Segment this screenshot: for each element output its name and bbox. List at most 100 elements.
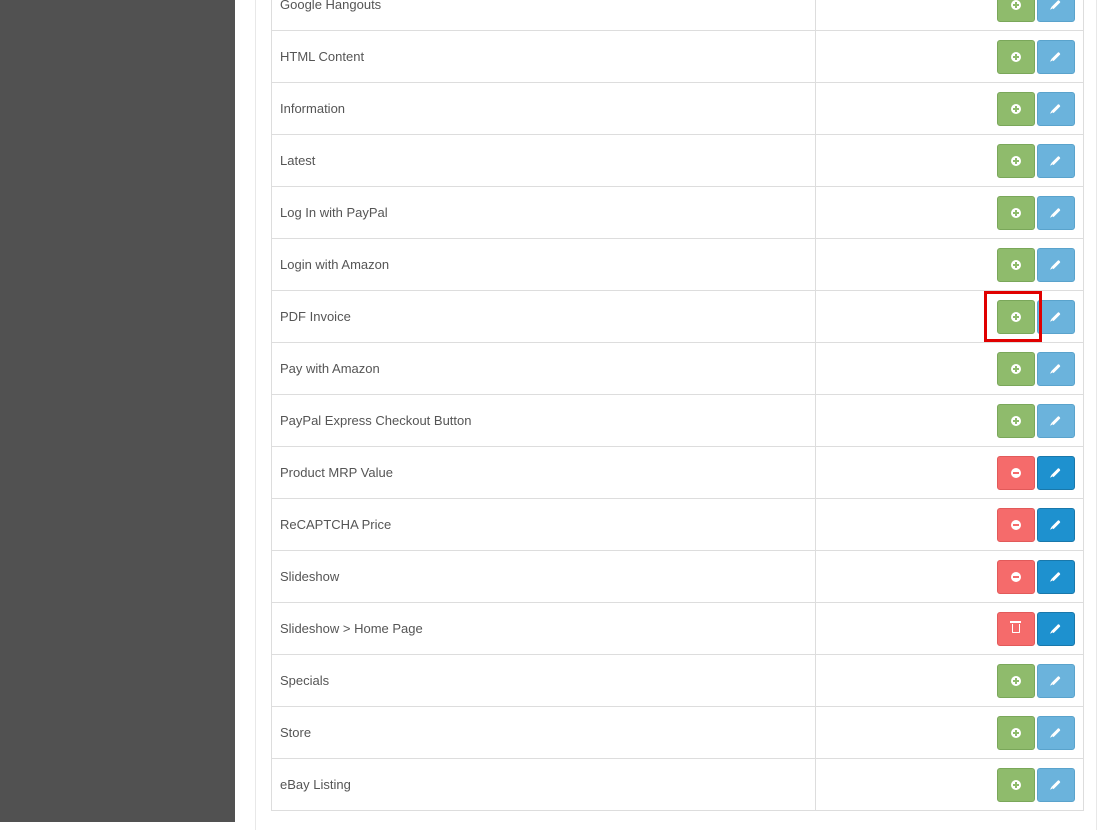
edit-button[interactable] — [1037, 0, 1075, 22]
row-actions — [816, 83, 1083, 134]
edit-button[interactable] — [1037, 455, 1075, 490]
extension-name: Latest — [272, 135, 816, 186]
plus-circle-icon — [1011, 675, 1021, 686]
row-actions — [816, 239, 1083, 290]
extension-name: Login with Amazon — [272, 239, 816, 290]
pencil-icon — [1051, 467, 1061, 478]
extension-name: Slideshow — [272, 551, 816, 602]
pencil-icon — [1051, 675, 1061, 686]
extension-name: Store — [272, 707, 816, 758]
delete-button[interactable] — [997, 611, 1035, 646]
table-row: Slideshow — [272, 551, 1083, 603]
row-actions — [816, 447, 1083, 498]
pencil-icon — [1051, 727, 1061, 738]
table-row: HTML Content — [272, 31, 1083, 83]
edit-button[interactable] — [1037, 559, 1075, 594]
plus-circle-icon — [1011, 363, 1021, 374]
edit-button[interactable] — [1037, 403, 1075, 438]
edit-button[interactable] — [1037, 299, 1075, 334]
pencil-icon — [1051, 155, 1061, 166]
install-button[interactable] — [997, 247, 1035, 282]
edit-button[interactable] — [1037, 715, 1075, 750]
plus-circle-icon — [1011, 311, 1021, 322]
pencil-icon — [1051, 51, 1061, 62]
plus-circle-icon — [1011, 51, 1021, 62]
plus-circle-icon — [1011, 207, 1021, 218]
install-button[interactable] — [997, 663, 1035, 698]
extension-name: Information — [272, 83, 816, 134]
pencil-icon — [1051, 623, 1061, 634]
table-row: ReCAPTCHA Price — [272, 499, 1083, 551]
sidebar — [0, 0, 235, 822]
trash-icon — [1010, 621, 1021, 633]
row-actions — [816, 551, 1083, 602]
table-row: Slideshow > Home Page — [272, 603, 1083, 655]
table-row: Google Hangouts — [272, 0, 1083, 31]
extension-name: eBay Listing — [272, 759, 816, 810]
row-actions — [816, 603, 1083, 654]
row-actions — [816, 291, 1083, 342]
edit-button[interactable] — [1037, 195, 1075, 230]
row-actions — [816, 499, 1083, 550]
table-row: Store — [272, 707, 1083, 759]
row-actions — [816, 135, 1083, 186]
pencil-icon — [1051, 0, 1061, 10]
minus-circle-icon — [1011, 519, 1021, 530]
edit-button[interactable] — [1037, 611, 1075, 646]
edit-button[interactable] — [1037, 39, 1075, 74]
install-button[interactable] — [997, 91, 1035, 126]
edit-button[interactable] — [1037, 247, 1075, 282]
install-button[interactable] — [997, 299, 1035, 334]
row-actions — [816, 187, 1083, 238]
row-actions — [816, 655, 1083, 706]
install-button[interactable] — [997, 767, 1035, 802]
edit-button[interactable] — [1037, 767, 1075, 802]
install-button[interactable] — [997, 195, 1035, 230]
uninstall-button[interactable] — [997, 455, 1035, 490]
plus-circle-icon — [1011, 155, 1021, 166]
minus-circle-icon — [1011, 571, 1021, 582]
plus-circle-icon — [1011, 727, 1021, 738]
extension-name: Pay with Amazon — [272, 343, 816, 394]
plus-circle-icon — [1011, 259, 1021, 270]
row-actions — [816, 707, 1083, 758]
table-row: PayPal Express Checkout Button — [272, 395, 1083, 447]
pencil-icon — [1051, 103, 1061, 114]
extension-name: PDF Invoice — [272, 291, 816, 342]
install-button[interactable] — [997, 403, 1035, 438]
plus-circle-icon — [1011, 779, 1021, 790]
minus-circle-icon — [1011, 467, 1021, 478]
install-button[interactable] — [997, 39, 1035, 74]
table-row: PDF Invoice — [272, 291, 1083, 343]
edit-button[interactable] — [1037, 91, 1075, 126]
extension-name: Log In with PayPal — [272, 187, 816, 238]
extension-name: Google Hangouts — [272, 0, 816, 30]
extension-name: PayPal Express Checkout Button — [272, 395, 816, 446]
row-actions — [816, 395, 1083, 446]
install-button[interactable] — [997, 351, 1035, 386]
edit-button[interactable] — [1037, 663, 1075, 698]
extensions-table: Google Hangouts HTML Content Information La… — [271, 0, 1084, 811]
edit-button[interactable] — [1037, 507, 1075, 542]
extension-name: Product MRP Value — [272, 447, 816, 498]
plus-circle-icon — [1011, 415, 1021, 426]
uninstall-button[interactable] — [997, 507, 1035, 542]
table-row: Login with Amazon — [272, 239, 1083, 291]
edit-button[interactable] — [1037, 351, 1075, 386]
install-button[interactable] — [997, 715, 1035, 750]
install-button[interactable] — [997, 0, 1035, 22]
edit-button[interactable] — [1037, 143, 1075, 178]
pencil-icon — [1051, 571, 1061, 582]
table-row: Latest — [272, 135, 1083, 187]
plus-circle-icon — [1011, 103, 1021, 114]
pencil-icon — [1051, 363, 1061, 374]
row-actions — [816, 0, 1083, 30]
table-row: Specials — [272, 655, 1083, 707]
pencil-icon — [1051, 519, 1061, 530]
plus-circle-icon — [1011, 0, 1021, 10]
install-button[interactable] — [997, 143, 1035, 178]
table-row: Log In with PayPal — [272, 187, 1083, 239]
uninstall-button[interactable] — [997, 559, 1035, 594]
row-actions — [816, 343, 1083, 394]
extension-name: HTML Content — [272, 31, 816, 82]
